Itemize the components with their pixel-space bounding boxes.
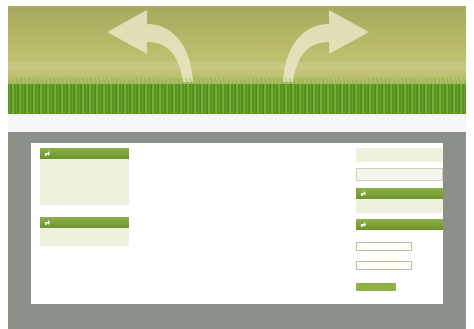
right-box-body xyxy=(356,199,443,213)
remember-label xyxy=(356,273,443,280)
left-second-body xyxy=(40,228,129,246)
register-link[interactable] xyxy=(356,298,443,304)
login-button[interactable] xyxy=(356,283,396,291)
password-input[interactable] xyxy=(356,261,412,270)
top-bar xyxy=(8,114,466,133)
left-menu-title xyxy=(40,148,129,159)
header-banner xyxy=(8,6,466,114)
right-sidebar xyxy=(356,148,443,304)
search-box xyxy=(356,168,443,181)
username-input[interactable] xyxy=(356,242,412,251)
right-box-title xyxy=(356,188,443,199)
main-text-line xyxy=(133,174,348,182)
main-title xyxy=(133,149,348,158)
left-menu-link[interactable] xyxy=(46,162,123,170)
main-text-line xyxy=(133,190,348,198)
login-form xyxy=(356,230,443,304)
footer xyxy=(8,312,466,329)
right-box-text xyxy=(362,202,437,208)
left-menu-link[interactable] xyxy=(46,178,123,186)
left-menu-link[interactable] xyxy=(46,186,123,194)
left-menu-body xyxy=(40,159,129,205)
left-second-title xyxy=(40,217,129,228)
arrow-icon xyxy=(361,191,366,196)
main-content xyxy=(133,149,348,198)
header-band xyxy=(8,62,466,70)
page xyxy=(0,0,474,329)
main-text-line xyxy=(133,158,348,166)
search-strip xyxy=(356,148,443,162)
main-text-line xyxy=(133,182,348,190)
left-menu-box xyxy=(40,148,129,205)
arrow-icon xyxy=(361,222,366,227)
left-second-box xyxy=(40,217,129,246)
left-second-link[interactable] xyxy=(46,231,123,239)
username-label xyxy=(356,235,443,242)
login-box-title xyxy=(356,219,443,230)
password-label xyxy=(356,254,443,261)
arrow-icon xyxy=(45,151,50,156)
arrow-icon xyxy=(45,220,50,225)
search-input[interactable] xyxy=(357,169,442,180)
left-sidebar xyxy=(40,148,129,246)
left-menu-link[interactable] xyxy=(46,170,123,178)
main-text-line xyxy=(133,166,348,174)
grass-strip xyxy=(8,84,466,114)
